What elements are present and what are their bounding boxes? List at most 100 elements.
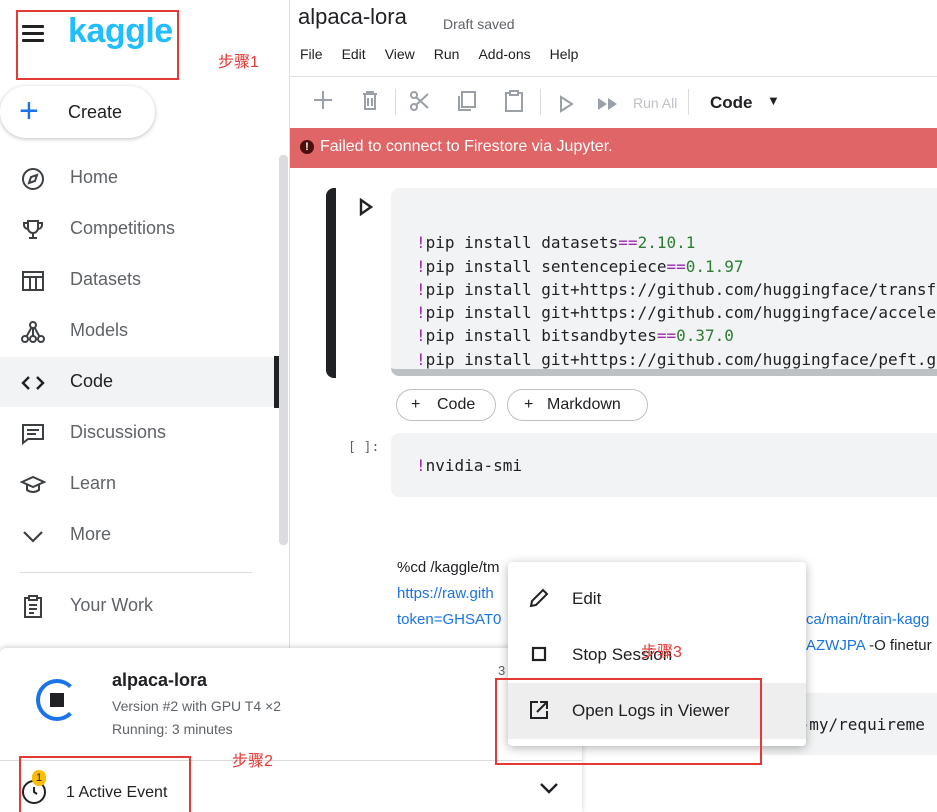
save-status: Draft saved bbox=[443, 16, 515, 32]
run-all-icon[interactable] bbox=[596, 93, 620, 119]
step1-highlight-box bbox=[16, 10, 179, 80]
code-content[interactable]: !pip install datasets==2.10.1 !pip instal… bbox=[416, 208, 936, 418]
session-count: 3 bbox=[498, 663, 506, 678]
plus-icon: + bbox=[411, 396, 421, 413]
sidebar-item-label: More bbox=[70, 524, 112, 544]
toolbar-divider bbox=[688, 89, 689, 115]
copy-icon[interactable] bbox=[455, 89, 479, 119]
markdown-line: token=GHSAT0 bbox=[397, 611, 502, 628]
menu-help[interactable]: Help bbox=[550, 46, 579, 62]
sidebar-item-more[interactable]: More bbox=[0, 510, 285, 560]
sidebar-item-home[interactable]: Home bbox=[0, 153, 285, 203]
run-cell-icon[interactable] bbox=[557, 93, 575, 119]
session-name: alpaca-lora bbox=[112, 670, 208, 690]
cut-icon[interactable] bbox=[408, 89, 432, 119]
sidebar-item-label: Models bbox=[70, 320, 129, 340]
code-line: !pip install git+https://github.com/hugg… bbox=[416, 303, 937, 323]
run-all-label[interactable]: Run All bbox=[633, 95, 677, 111]
sidebar-item-label: Your Work bbox=[70, 595, 154, 615]
markdown-cell[interactable]: %cd /kaggle/tm https://raw.gith token=GH… bbox=[397, 555, 501, 633]
code-line[interactable]: !nvidia-smi bbox=[416, 454, 522, 477]
chevron-down-icon[interactable] bbox=[538, 778, 560, 801]
menu-view[interactable]: View bbox=[385, 46, 415, 62]
cell-execution-count: [ ]: bbox=[348, 440, 380, 455]
trophy-icon bbox=[20, 217, 46, 243]
menu-item-edit[interactable]: Edit bbox=[508, 571, 806, 627]
code-cell[interactable]: !pip install datasets==2.10.1 !pip instal… bbox=[391, 188, 937, 376]
table-icon bbox=[20, 268, 46, 294]
sidebar-divider bbox=[20, 572, 252, 573]
menu-file[interactable]: File bbox=[300, 46, 323, 62]
sidebar-item-models[interactable]: Models bbox=[0, 306, 285, 356]
chat-icon bbox=[20, 421, 46, 447]
step2-highlight-box bbox=[19, 756, 191, 812]
sidebar-item-label: Datasets bbox=[70, 269, 142, 289]
error-banner: ! Failed to connect to Firestore via Jup… bbox=[290, 128, 937, 168]
paste-icon[interactable] bbox=[502, 89, 526, 119]
error-icon: ! bbox=[300, 140, 314, 154]
sidebar-item-label: Competitions bbox=[70, 218, 176, 238]
chevron-down-icon bbox=[20, 523, 46, 549]
graduation-cap-icon bbox=[19, 472, 47, 498]
code-line: !pip install datasets==2.10.1 bbox=[416, 233, 696, 253]
step3-highlight-box bbox=[495, 678, 762, 765]
code-icon bbox=[20, 370, 46, 396]
menu-item-label: Edit bbox=[572, 589, 602, 608]
sidebar-item-learn[interactable]: Learn bbox=[0, 459, 285, 509]
add-code-label: Code bbox=[437, 396, 476, 413]
delete-icon[interactable] bbox=[359, 89, 381, 117]
step3-annotation: 步骤3 bbox=[641, 644, 682, 661]
toolbar-divider bbox=[395, 89, 396, 115]
code-line: !pip install git+https://github.com/hugg… bbox=[416, 349, 937, 369]
plus-icon: + bbox=[19, 92, 39, 130]
code-line[interactable]: a-my/requireme bbox=[790, 713, 925, 736]
notebook-title[interactable]: alpaca-lora bbox=[298, 4, 407, 30]
session-version: Version #2 with GPU T4 ×2 bbox=[112, 698, 281, 714]
add-cell-icon[interactable] bbox=[312, 89, 334, 117]
menu-bar: File Edit View Run Add-ons Help bbox=[300, 46, 597, 62]
caret-down-icon[interactable]: ▼ bbox=[767, 93, 780, 108]
clipboard-icon bbox=[20, 594, 46, 620]
pencil-icon bbox=[528, 587, 550, 615]
sidebar-item-label: Discussions bbox=[70, 422, 167, 442]
run-cell-button[interactable] bbox=[358, 197, 374, 221]
sidebar-item-label: Home bbox=[70, 167, 119, 187]
markdown-line: ca/main/train-kagg bbox=[806, 611, 930, 628]
markdown-line: %cd /kaggle/tm bbox=[397, 559, 500, 576]
compass-icon bbox=[20, 166, 46, 192]
stop-square-icon bbox=[528, 643, 550, 671]
code-line: !pip install git+https://github.com/hugg… bbox=[416, 279, 937, 299]
add-markdown-cell-button[interactable]: + Markdown bbox=[507, 389, 648, 421]
markdown-cell-fragment: ca/main/train-kagg AZWJPA -O finetur bbox=[806, 581, 932, 659]
sidebar-item-discussions[interactable]: Discussions bbox=[0, 408, 285, 458]
menu-run[interactable]: Run bbox=[434, 46, 460, 62]
active-cell-indicator bbox=[326, 188, 336, 378]
step2-annotation: 步骤2 bbox=[232, 753, 273, 770]
sidebar-item-code[interactable]: Code bbox=[0, 357, 285, 407]
error-message: Failed to connect to Firestore via Jupyt… bbox=[320, 138, 613, 155]
sidebar-item-datasets[interactable]: Datasets bbox=[0, 255, 285, 305]
code-cell[interactable]: !nvidia-smi bbox=[391, 433, 937, 497]
add-markdown-label: Markdown bbox=[547, 396, 621, 413]
sidebar-scrollbar[interactable] bbox=[279, 155, 288, 545]
add-code-cell-button[interactable]: + Code bbox=[396, 389, 496, 421]
menu-add-ons[interactable]: Add-ons bbox=[478, 46, 530, 62]
menu-edit[interactable]: Edit bbox=[342, 46, 366, 62]
step1-annotation: 步骤1 bbox=[218, 54, 259, 71]
toolbar-divider bbox=[540, 89, 541, 115]
stop-square-icon[interactable] bbox=[50, 693, 64, 707]
markdown-line: AZWJPA -O finetur bbox=[806, 637, 932, 654]
active-item-indicator bbox=[274, 356, 279, 408]
markdown-line: https://raw.gith bbox=[397, 585, 494, 602]
plus-icon: + bbox=[524, 396, 534, 413]
models-icon bbox=[20, 319, 46, 345]
create-button[interactable]: + Create bbox=[0, 86, 155, 138]
sidebar-item-competitions[interactable]: Competitions bbox=[0, 204, 285, 254]
notebook-toolbar: Run All Code ▼ bbox=[290, 76, 937, 128]
sidebar-item-label: Learn bbox=[70, 473, 117, 493]
create-label: Create bbox=[68, 102, 123, 122]
cell-type-select[interactable]: Code bbox=[710, 93, 753, 113]
sidebar-item-your-work[interactable]: Your Work bbox=[0, 581, 285, 631]
code-line: !pip install sentencepiece==0.1.97 bbox=[416, 256, 744, 276]
code-line: !pip install bitsandbytes==0.37.0 bbox=[416, 326, 734, 346]
